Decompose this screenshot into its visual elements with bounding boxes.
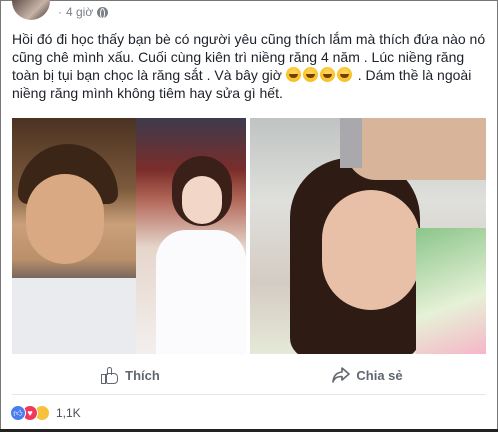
photo-selfie[interactable] [250,118,486,354]
photo-before-after[interactable] [12,118,246,354]
post-actions: Thích Chia sẻ [12,358,486,392]
grinning-emoji-icon [302,67,318,82]
share-button-label: Chia sẻ [356,367,403,383]
author-avatar[interactable] [12,0,50,20]
share-arrow-icon [332,367,351,383]
like-button-label: Thích [125,367,160,383]
post-text-line: toàn bị tụi bạn chọc là răng sắt . Và bâ… [12,66,492,84]
share-button[interactable]: Chia sẻ [249,358,486,392]
post-text-line: Hồi đó đi học thấy bạn bè có người yêu c… [12,31,486,47]
grinning-emoji-icon [319,67,335,82]
reaction-count[interactable]: 1,1K [56,406,81,420]
grinning-emoji-icon [285,67,301,82]
globe-icon [97,6,109,19]
post-header: · 4 giờ [12,0,109,24]
like-reaction-icon: 👍︎ [10,405,26,421]
meta-separator: · [58,5,62,19]
divider [12,394,486,395]
post-text-line: cũng chê mình xấu. Cuối cùng kiên trì ni… [12,49,465,65]
thumbs-up-icon [101,366,119,384]
reaction-summary[interactable]: 👍︎ ♥ 1,1K [10,404,81,422]
like-button[interactable]: Thích [12,358,249,392]
post-meta: · 4 giờ [58,5,109,19]
grinning-emoji-icon [336,67,352,82]
photo-before [12,118,136,354]
photo-after [136,118,246,354]
post-timestamp[interactable]: 4 giờ [66,5,93,19]
post-body: Hồi đó đi học thấy bạn bè có người yêu c… [12,30,492,102]
post-text-segment: . Dám thề là ngoài [357,67,472,83]
post-text-line: niềng răng mình không tiêm hay sửa gì hế… [12,85,283,101]
post-text-segment: toàn bị tụi bạn chọc là răng sắt . Và bâ… [12,67,282,83]
